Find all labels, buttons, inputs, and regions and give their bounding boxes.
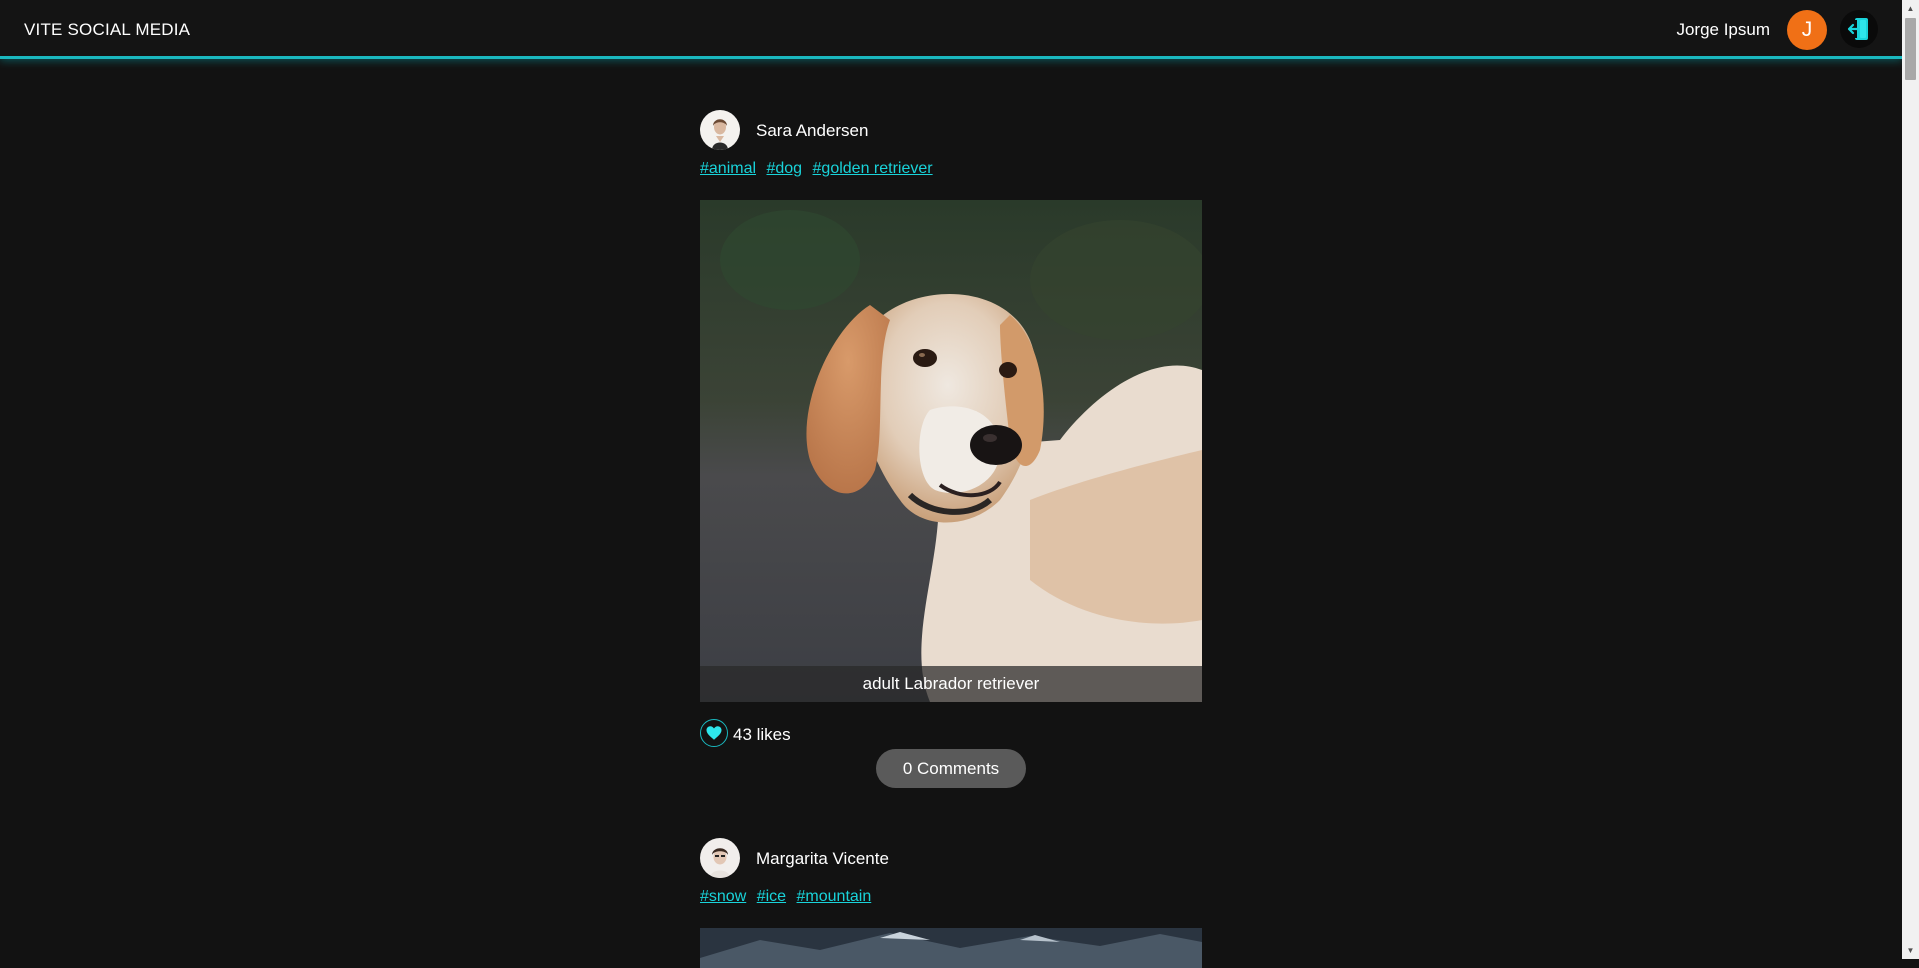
logout-button[interactable] <box>1840 10 1878 48</box>
tag-link[interactable]: #snow <box>700 888 746 905</box>
comments-button[interactable]: 0 Comments <box>876 749 1026 788</box>
mountain-photo <box>700 928 1202 968</box>
author-name[interactable]: Sara Andersen <box>756 121 868 141</box>
top-navigation-bar: VITE SOCIAL MEDIA Jorge Ipsum J <box>0 0 1902 59</box>
tag-link[interactable]: #dog <box>766 160 802 177</box>
tag-link[interactable]: #animal <box>700 160 756 177</box>
author-name[interactable]: Margarita Vicente <box>756 849 889 869</box>
tag-link[interactable]: #mountain <box>797 888 872 905</box>
current-user-name: Jorge Ipsum <box>1676 20 1770 39</box>
likes-count: 43 likes <box>733 725 791 744</box>
scroll-up-arrow-icon[interactable]: ▲ <box>1902 0 1919 17</box>
tag-link[interactable]: #golden retriever <box>813 160 933 177</box>
author-photo-icon <box>700 838 740 878</box>
likes-row: 43 likes <box>700 719 1202 749</box>
app-brand[interactable]: VITE SOCIAL MEDIA <box>24 20 190 40</box>
logout-door-icon <box>1847 18 1868 40</box>
tag-link[interactable]: #ice <box>757 888 786 905</box>
post-photo[interactable]: adult Labrador retriever <box>700 200 1202 702</box>
dog-photo <box>700 200 1202 702</box>
current-user-avatar[interactable]: J <box>1787 10 1827 50</box>
page-scrollbar[interactable]: ▲ ▼ <box>1902 0 1919 959</box>
photo-caption: adult Labrador retriever <box>700 666 1202 702</box>
post-header: Margarita Vicente <box>700 838 1202 878</box>
post-header: Sara Andersen <box>700 110 1202 150</box>
author-avatar[interactable] <box>700 110 740 150</box>
avatar-initial: J <box>1801 18 1813 41</box>
post-tags: #animal #dog #golden retriever <box>700 160 939 178</box>
scrollbar-thumb[interactable] <box>1905 18 1916 80</box>
scroll-down-arrow-icon[interactable]: ▼ <box>1902 942 1919 959</box>
like-button[interactable] <box>700 719 728 747</box>
author-photo-icon <box>700 110 740 150</box>
post-photo[interactable] <box>700 928 1202 968</box>
heart-icon <box>706 726 722 740</box>
post-tags: #snow #ice #mountain <box>700 888 877 906</box>
author-avatar[interactable] <box>700 838 740 878</box>
